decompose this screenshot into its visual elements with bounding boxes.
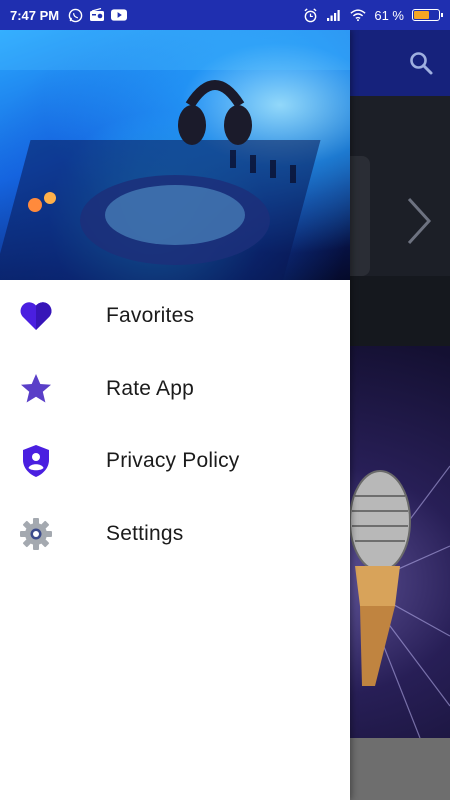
drawer-menu: Favorites Rate App Privacy Policy Settin… — [0, 280, 350, 570]
status-time: 7:47 PM — [10, 7, 60, 23]
menu-item-settings[interactable]: Settings — [0, 498, 350, 571]
search-icon[interactable] — [408, 50, 434, 76]
battery-icon — [412, 9, 443, 21]
star-icon — [18, 371, 54, 407]
whatsapp-icon — [67, 7, 83, 23]
status-bar: 7:47 PM 61 % — [0, 0, 450, 30]
signal-icon — [326, 7, 342, 23]
menu-label-favorites: Favorites — [106, 304, 195, 328]
radio-icon — [89, 7, 105, 23]
alarm-icon — [302, 7, 318, 23]
youtube-icon — [111, 7, 128, 23]
menu-item-rate-app[interactable]: Rate App — [0, 353, 350, 426]
wifi-icon — [350, 7, 366, 23]
menu-label-settings: Settings — [106, 521, 184, 545]
menu-label-rate-app: Rate App — [106, 376, 194, 400]
drawer-header-image — [0, 30, 350, 280]
gear-icon — [18, 516, 54, 552]
chevron-right-icon[interactable] — [404, 196, 434, 246]
shield-user-icon — [18, 443, 54, 479]
battery-percent: 61 % — [374, 7, 404, 23]
menu-label-privacy-policy: Privacy Policy — [106, 449, 240, 473]
menu-item-privacy-policy[interactable]: Privacy Policy — [0, 425, 350, 498]
menu-item-favorites[interactable]: Favorites — [0, 280, 350, 353]
navigation-drawer: Favorites Rate App Privacy Policy Settin… — [0, 30, 350, 800]
heart-icon — [18, 298, 54, 334]
